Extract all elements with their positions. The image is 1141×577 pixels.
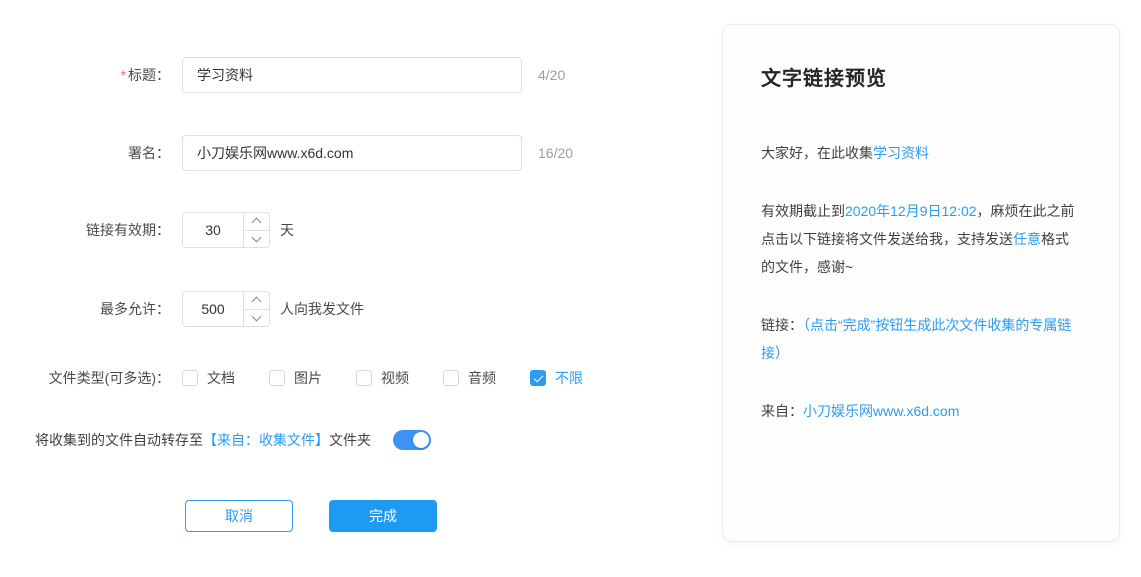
stepper-arrows [243, 292, 269, 326]
file-type-row: 文件类型(可多选)： 文档 图片 视频 音频 不限 [0, 360, 700, 396]
toggle-knob [413, 432, 429, 448]
checkbox-video[interactable] [356, 370, 372, 386]
auto-save-row: 将收集到的文件自动转存至【来自：收集文件】文件夹 [0, 422, 700, 458]
validity-field-row: 链接有效期： 天 [0, 212, 700, 248]
title-input[interactable] [182, 57, 522, 93]
max-people-label: 最多允许： [0, 299, 170, 319]
max-people-step-down-button[interactable] [244, 310, 269, 327]
checkbox-doc[interactable] [182, 370, 198, 386]
checkbox-unlimited[interactable] [530, 370, 546, 386]
preview-validity: 有效期截止到2020年12月9日12:02，麻烦在此之前点击以下链接将文件发送给… [761, 197, 1081, 281]
auto-save-text: 将收集到的文件自动转存至【来自：收集文件】文件夹 [0, 430, 371, 450]
max-people-step-up-button[interactable] [244, 292, 269, 310]
title-label: *标题： [0, 65, 170, 85]
preview-greeting: 大家好，在此收集学习资料 [761, 139, 1081, 167]
preview-card: 文字链接预览 大家好，在此收集学习资料 有效期截止到2020年12月9日12:0… [722, 24, 1120, 542]
file-type-option-image[interactable]: 图片 [269, 368, 322, 388]
max-people-stepper [182, 291, 270, 327]
max-people-suffix: 人向我发文件 [280, 299, 364, 319]
file-type-option-audio[interactable]: 音频 [443, 368, 496, 388]
title-char-counter: 4/20 [538, 67, 565, 83]
file-type-label: 文件类型(可多选)： [0, 368, 170, 388]
auto-save-toggle[interactable] [393, 430, 431, 450]
preview-from-link: 小刀娱乐网www.x6d.com [803, 403, 959, 419]
file-collect-dialog: *标题： 4/20 署名： 16/20 链接有效期： 天 最多允许： [0, 0, 1141, 577]
chevron-up-icon [252, 218, 262, 228]
preview-link-placeholder: （点击“完成”按钮生成此次文件收集的专属链接） [761, 317, 1071, 361]
preview-title: 文字链接预览 [761, 65, 1081, 93]
checkbox-audio[interactable] [443, 370, 459, 386]
confirm-button[interactable]: 完成 [329, 500, 437, 532]
required-asterisk: * [121, 67, 126, 83]
chevron-up-icon [252, 297, 262, 307]
validity-unit-suffix: 天 [280, 220, 294, 240]
max-people-field-row: 最多允许： 人向我发文件 [0, 291, 700, 327]
title-field-row: *标题： 4/20 [0, 57, 700, 93]
file-type-option-doc[interactable]: 文档 [182, 368, 235, 388]
signature-label: 署名： [0, 143, 170, 163]
preview-from-row: 来自：小刀娱乐网www.x6d.com [761, 397, 1081, 425]
signature-char-counter: 16/20 [538, 145, 573, 161]
validity-label: 链接有效期： [0, 220, 170, 240]
collect-form: *标题： 4/20 署名： 16/20 链接有效期： 天 最多允许： [0, 0, 700, 577]
action-buttons-row: 取消 完成 [0, 500, 700, 532]
stepper-arrows [243, 213, 269, 247]
checkbox-image[interactable] [269, 370, 285, 386]
validity-step-up-button[interactable] [244, 213, 269, 231]
validity-days-stepper [182, 212, 270, 248]
cancel-button[interactable]: 取消 [185, 500, 293, 532]
preview-deadline: 2020年12月9日12:02 [845, 203, 977, 219]
preview-title-link: 学习资料 [873, 145, 929, 161]
signature-input[interactable] [182, 135, 522, 171]
chevron-down-icon [252, 311, 262, 321]
file-type-option-unlimited[interactable]: 不限 [530, 368, 583, 388]
collect-folder-link[interactable]: 【来自：收集文件】 [203, 432, 329, 448]
preview-any-format: 任意 [1013, 231, 1041, 247]
file-type-option-video[interactable]: 视频 [356, 368, 409, 388]
preview-link-row: 链接：（点击“完成”按钮生成此次文件收集的专属链接） [761, 311, 1081, 367]
validity-step-down-button[interactable] [244, 231, 269, 248]
signature-field-row: 署名： 16/20 [0, 135, 700, 171]
chevron-down-icon [252, 232, 262, 242]
